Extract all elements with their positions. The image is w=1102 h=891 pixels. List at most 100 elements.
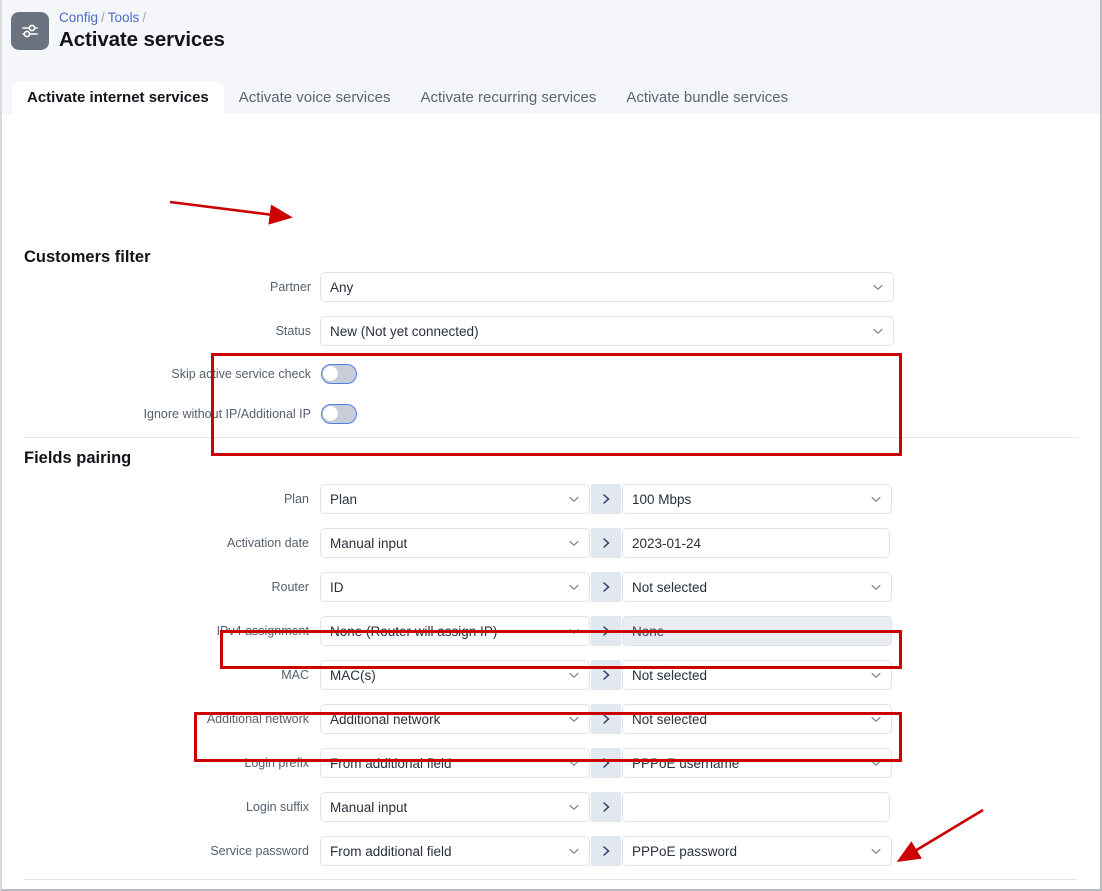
chevron-right-icon[interactable] bbox=[591, 484, 621, 514]
chevron-down-icon bbox=[870, 713, 882, 725]
chevron-down-icon bbox=[568, 493, 580, 505]
page-title: Activate services bbox=[59, 28, 225, 51]
additional-network-target-value: Not selected bbox=[632, 711, 708, 727]
partner-select-value: Any bbox=[330, 279, 354, 295]
login-suffix-source-select[interactable]: Manual input bbox=[320, 792, 590, 822]
chevron-down-icon bbox=[870, 845, 882, 857]
router-source-value: ID bbox=[330, 579, 344, 595]
chevron-down-icon bbox=[568, 669, 580, 681]
additional-network-source-select[interactable]: Additional network bbox=[320, 704, 590, 734]
mac-target-select[interactable]: Not selected bbox=[622, 660, 892, 690]
mac-target-value: Not selected bbox=[632, 667, 708, 683]
service-password-target-select[interactable]: PPPoE password bbox=[622, 836, 892, 866]
page-header: Config / Tools / Activate services Activate… bbox=[2, 0, 1100, 115]
activation-date-source-select[interactable]: Manual input bbox=[320, 528, 590, 558]
login-suffix-source-value: Manual input bbox=[330, 799, 408, 815]
form-row-service-password: Service password bbox=[2, 836, 320, 866]
breadcrumb: Config / Tools / bbox=[59, 10, 149, 25]
additional-network-target-select[interactable]: Not selected bbox=[622, 704, 892, 734]
plan-target-value: 100 Mbps bbox=[632, 491, 692, 507]
tab-activate-voice-services[interactable]: Activate voice services bbox=[224, 82, 406, 115]
form-row-ignore-without-ip: Ignore without IP/Additional IP bbox=[2, 399, 322, 429]
breadcrumb-separator-2: / bbox=[142, 10, 147, 25]
ipv4-assignment-target-value: None bbox=[632, 623, 665, 639]
router-source-select[interactable]: ID bbox=[320, 572, 590, 602]
plan-source-value: Plan bbox=[330, 491, 358, 507]
chevron-right-icon[interactable] bbox=[591, 704, 621, 734]
login-suffix-input[interactable] bbox=[622, 792, 890, 822]
chevron-down-icon bbox=[568, 625, 580, 637]
login-prefix-target-value: PPPoE username bbox=[632, 755, 740, 771]
mac-source-value: MAC(s) bbox=[330, 667, 376, 683]
chevron-down-icon bbox=[870, 493, 882, 505]
tab-activate-recurring-services[interactable]: Activate recurring services bbox=[406, 82, 612, 115]
label-login-suffix: Login suffix bbox=[245, 800, 309, 814]
chevron-down-icon bbox=[568, 757, 580, 769]
label-additional-network: Additional network bbox=[206, 712, 309, 726]
chevron-down-icon bbox=[568, 845, 580, 857]
sliders-icon bbox=[11, 12, 49, 50]
status-select[interactable]: New (Not yet connected) bbox=[320, 316, 894, 346]
toggle-knob bbox=[323, 406, 338, 421]
activation-date-input[interactable]: 2023-01-24 bbox=[622, 528, 890, 558]
tab-activate-bundle-services[interactable]: Activate bundle services bbox=[611, 82, 803, 115]
toggle-knob bbox=[323, 366, 338, 381]
label-ignore-without-ip: Ignore without IP/Additional IP bbox=[143, 407, 311, 421]
partner-select[interactable]: Any bbox=[320, 272, 894, 302]
form-row-router: Router bbox=[2, 572, 320, 602]
chevron-down-icon bbox=[870, 757, 882, 769]
status-select-value: New (Not yet connected) bbox=[330, 323, 479, 339]
chevron-right-icon[interactable] bbox=[591, 572, 621, 602]
form-row-skip-active-service-check: Skip active service check bbox=[2, 359, 322, 389]
chevron-down-icon bbox=[568, 581, 580, 593]
chevron-right-icon[interactable] bbox=[591, 792, 621, 822]
form-row-ipv4-assignment: IPv4 assignment bbox=[2, 616, 320, 646]
chevron-down-icon bbox=[870, 669, 882, 681]
mac-source-select[interactable]: MAC(s) bbox=[320, 660, 590, 690]
tab-bar: Activate internet services Activate voic… bbox=[2, 82, 803, 115]
ipv4-assignment-source-value: None (Router will assign IP) bbox=[330, 623, 498, 639]
login-prefix-source-select[interactable]: From additional field bbox=[320, 748, 590, 778]
chevron-down-icon bbox=[872, 281, 884, 293]
label-partner: Partner bbox=[270, 280, 311, 294]
section-title-customers-filter: Customers filter bbox=[24, 248, 151, 266]
plan-source-select[interactable]: Plan bbox=[320, 484, 590, 514]
plan-target-select[interactable]: 100 Mbps bbox=[622, 484, 892, 514]
chevron-right-icon[interactable] bbox=[591, 836, 621, 866]
form-row-activation-date: Activation date bbox=[2, 528, 320, 558]
label-activation-date: Activation date bbox=[227, 536, 309, 550]
login-prefix-source-value: From additional field bbox=[330, 755, 452, 771]
form-row-login-suffix: Login suffix bbox=[2, 792, 320, 822]
service-password-source-value: From additional field bbox=[330, 843, 452, 859]
ipv4-assignment-source-select[interactable]: None (Router will assign IP) bbox=[320, 616, 590, 646]
tab-activate-internet-services[interactable]: Activate internet services bbox=[12, 82, 224, 115]
ignore-without-ip-toggle[interactable] bbox=[321, 404, 357, 424]
divider-fields-pairing bbox=[24, 437, 1078, 438]
section-title-fields-pairing: Fields pairing bbox=[24, 449, 132, 467]
activate-services-page: Config / Tools / Activate services Activate… bbox=[0, 0, 1102, 891]
login-prefix-target-select[interactable]: PPPoE username bbox=[622, 748, 892, 778]
red-arrow-to-preview-button bbox=[896, 808, 984, 863]
form-row-partner: Partner bbox=[2, 272, 322, 302]
skip-active-service-check-toggle[interactable] bbox=[321, 364, 357, 384]
label-ipv4-assignment: IPv4 assignment bbox=[216, 624, 309, 638]
chevron-right-icon[interactable] bbox=[591, 528, 621, 558]
form-row-mac: MAC bbox=[2, 660, 320, 690]
form-row-additional-network: Additional network bbox=[2, 704, 320, 734]
label-plan: Plan bbox=[283, 492, 309, 506]
red-arrow-to-status bbox=[169, 200, 293, 225]
router-target-select[interactable]: Not selected bbox=[622, 572, 892, 602]
service-password-source-select[interactable]: From additional field bbox=[320, 836, 590, 866]
chevron-right-icon[interactable] bbox=[591, 616, 621, 646]
form-row-status: Status bbox=[2, 316, 322, 346]
label-login-prefix: Login prefix bbox=[244, 756, 309, 770]
label-skip-active-service-check: Skip active service check bbox=[171, 367, 311, 381]
chevron-right-icon[interactable] bbox=[591, 748, 621, 778]
chevron-right-icon[interactable] bbox=[591, 660, 621, 690]
breadcrumb-item-config[interactable]: Config bbox=[59, 10, 98, 25]
label-service-password: Service password bbox=[210, 844, 309, 858]
activation-date-source-value: Manual input bbox=[330, 535, 408, 551]
activation-date-value: 2023-01-24 bbox=[632, 535, 702, 551]
divider-other bbox=[24, 879, 1078, 880]
breadcrumb-item-tools[interactable]: Tools bbox=[108, 10, 140, 25]
